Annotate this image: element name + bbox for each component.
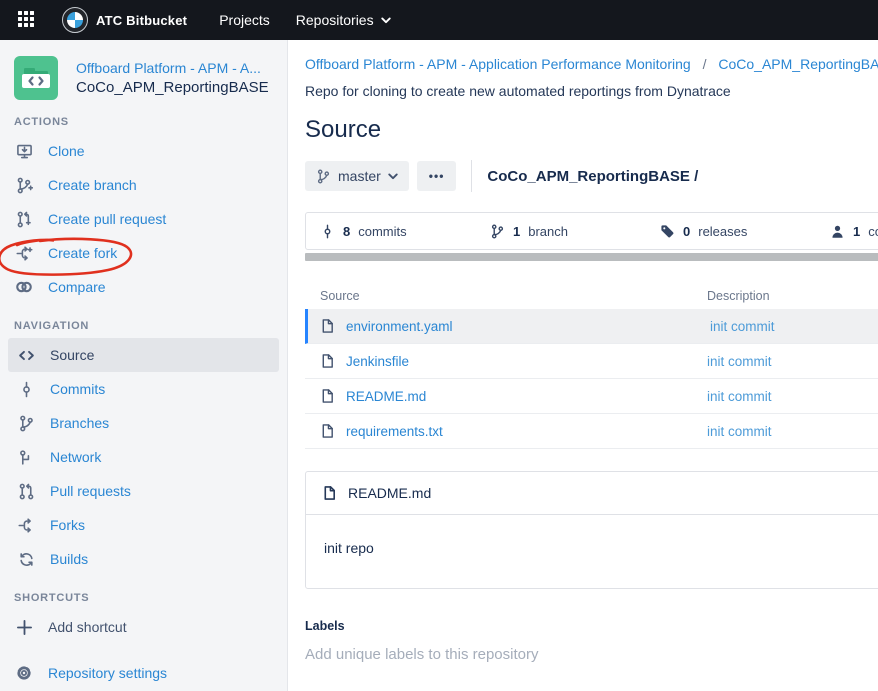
- create-pull-request-icon: [14, 209, 34, 229]
- readme-content: init repo: [306, 514, 878, 588]
- commit-message-link[interactable]: init commit: [707, 424, 878, 439]
- repository-sidebar: Offboard Platform - APM - A... CoCo_APM_…: [0, 40, 288, 691]
- breadcrumb-separator: /: [703, 56, 707, 72]
- branch-icon: [316, 169, 331, 184]
- person-icon: [830, 224, 845, 239]
- file-icon: [322, 485, 337, 501]
- app-switcher-grid-icon[interactable]: [18, 11, 36, 29]
- repo-header: Offboard Platform - APM - A... CoCo_APM_…: [0, 56, 287, 100]
- file-icon: [320, 423, 335, 439]
- compare-icon: [14, 277, 34, 297]
- navigation-section-title: NAVIGATION: [14, 320, 273, 332]
- nav-projects[interactable]: Projects: [219, 12, 270, 28]
- main-content: Offboard Platform - APM - Application Pe…: [288, 40, 878, 691]
- table-row-jenkinsfile[interactable]: Jenkinsfile init commit: [305, 344, 878, 379]
- column-source: Source: [305, 289, 707, 303]
- page-title: Source: [305, 116, 878, 144]
- folder-code-icon: [14, 56, 58, 100]
- tag-icon: [660, 224, 675, 239]
- source-toolbar: master ••• CoCo_APM_ReportingBASE /: [305, 160, 878, 192]
- file-table: Source Description environment.yaml init…: [305, 283, 878, 449]
- chevron-down-icon: [381, 17, 391, 24]
- create-fork-icon: [14, 243, 34, 263]
- stat-commits[interactable]: 8commits: [306, 224, 476, 239]
- toolbar-divider: [471, 160, 472, 192]
- table-row-requirements-txt[interactable]: requirements.txt init commit: [305, 414, 878, 449]
- actions-section-title: ACTIONS: [14, 116, 273, 128]
- pull-request-icon: [16, 481, 36, 501]
- repo-description: Repo for cloning to create new automated…: [305, 83, 878, 99]
- stat-contributors[interactable]: 1contributor: [816, 224, 878, 239]
- horizontal-scrollbar-thumb[interactable]: [305, 253, 878, 261]
- sidebar-item-network[interactable]: Network: [8, 440, 279, 474]
- file-icon: [320, 388, 335, 404]
- file-icon: [320, 353, 335, 369]
- sidebar-item-create-pull-request[interactable]: Create pull request: [0, 202, 287, 236]
- more-options-button[interactable]: •••: [417, 161, 457, 191]
- sidebar-item-clone[interactable]: Clone: [0, 134, 287, 168]
- sidebar-item-builds[interactable]: Builds: [8, 542, 279, 576]
- commit-message-link[interactable]: init commit: [707, 389, 878, 404]
- sidebar-item-commits[interactable]: Commits: [8, 372, 279, 406]
- file-link[interactable]: environment.yaml: [346, 319, 453, 334]
- commit-icon: [320, 224, 335, 239]
- code-icon: [16, 345, 36, 365]
- branch-selector-button[interactable]: master: [305, 161, 409, 191]
- sidebar-item-create-fork[interactable]: Create fork: [0, 236, 287, 270]
- create-branch-icon: [14, 175, 34, 195]
- bitbucket-home-link[interactable]: ATC Bitbucket: [62, 7, 187, 33]
- file-table-header: Source Description: [305, 283, 878, 309]
- file-link[interactable]: requirements.txt: [346, 424, 443, 439]
- chevron-down-icon: [388, 173, 398, 180]
- sidebar-item-repository-settings[interactable]: Repository settings: [0, 656, 287, 690]
- repo-stats-bar: 8commits 1branch 0releases 1contributor: [305, 212, 878, 250]
- readme-filename: README.md: [348, 485, 431, 501]
- repo-avatar[interactable]: [14, 56, 58, 100]
- sidebar-item-pull-requests[interactable]: Pull requests: [8, 474, 279, 508]
- file-link[interactable]: README.md: [346, 389, 426, 404]
- readme-panel: README.md init repo: [305, 471, 878, 589]
- sidebar-item-forks[interactable]: Forks: [8, 508, 279, 542]
- stat-branches[interactable]: 1branch: [476, 224, 646, 239]
- top-nav: Projects Repositories: [219, 12, 390, 28]
- commit-icon: [16, 379, 36, 399]
- branch-icon: [490, 224, 505, 239]
- fork-icon: [16, 515, 36, 535]
- table-row-environment-yaml[interactable]: environment.yaml init commit: [305, 309, 878, 344]
- network-icon: [16, 447, 36, 467]
- file-icon: [320, 318, 335, 334]
- sidebar-item-branches[interactable]: Branches: [8, 406, 279, 440]
- clone-icon: [14, 141, 34, 161]
- column-description: Description: [707, 289, 878, 303]
- table-row-readme-md[interactable]: README.md init commit: [305, 379, 878, 414]
- bmw-logo-icon: [62, 7, 88, 33]
- commit-message-link[interactable]: init commit: [707, 354, 878, 369]
- labels-title: Labels: [305, 619, 878, 633]
- project-link[interactable]: Offboard Platform - APM - A...: [76, 58, 269, 78]
- breadcrumb-project-link[interactable]: Offboard Platform - APM - Application Pe…: [305, 56, 691, 72]
- labels-section: Labels Add unique labels to this reposit…: [305, 619, 878, 663]
- commit-message-link[interactable]: init commit: [710, 319, 878, 334]
- sidebar-item-compare[interactable]: Compare: [0, 270, 287, 304]
- branch-icon: [16, 413, 36, 433]
- shortcuts-section-title: SHORTCUTS: [14, 592, 273, 604]
- readme-header: README.md: [306, 472, 878, 514]
- plus-icon: [14, 617, 34, 637]
- sidebar-item-create-branch[interactable]: Create branch: [0, 168, 287, 202]
- repo-name: CoCo_APM_ReportingBASE: [76, 78, 269, 98]
- stat-releases[interactable]: 0releases: [646, 224, 816, 239]
- breadcrumb-repo-link[interactable]: CoCo_APM_ReportingBASE: [718, 56, 878, 72]
- file-link[interactable]: Jenkinsfile: [346, 354, 409, 369]
- labels-input-placeholder[interactable]: Add unique labels to this repository: [305, 646, 878, 663]
- repo-path[interactable]: CoCo_APM_ReportingBASE /: [487, 168, 698, 185]
- nav-repositories[interactable]: Repositories: [296, 12, 391, 28]
- gear-icon: [14, 663, 34, 683]
- app-title: ATC Bitbucket: [96, 13, 187, 28]
- sidebar-item-add-shortcut[interactable]: Add shortcut: [0, 610, 287, 644]
- sidebar-item-source[interactable]: Source: [8, 338, 279, 372]
- breadcrumb: Offboard Platform - APM - Application Pe…: [305, 56, 878, 72]
- builds-icon: [16, 549, 36, 569]
- top-navigation-bar: ATC Bitbucket Projects Repositories: [0, 0, 878, 40]
